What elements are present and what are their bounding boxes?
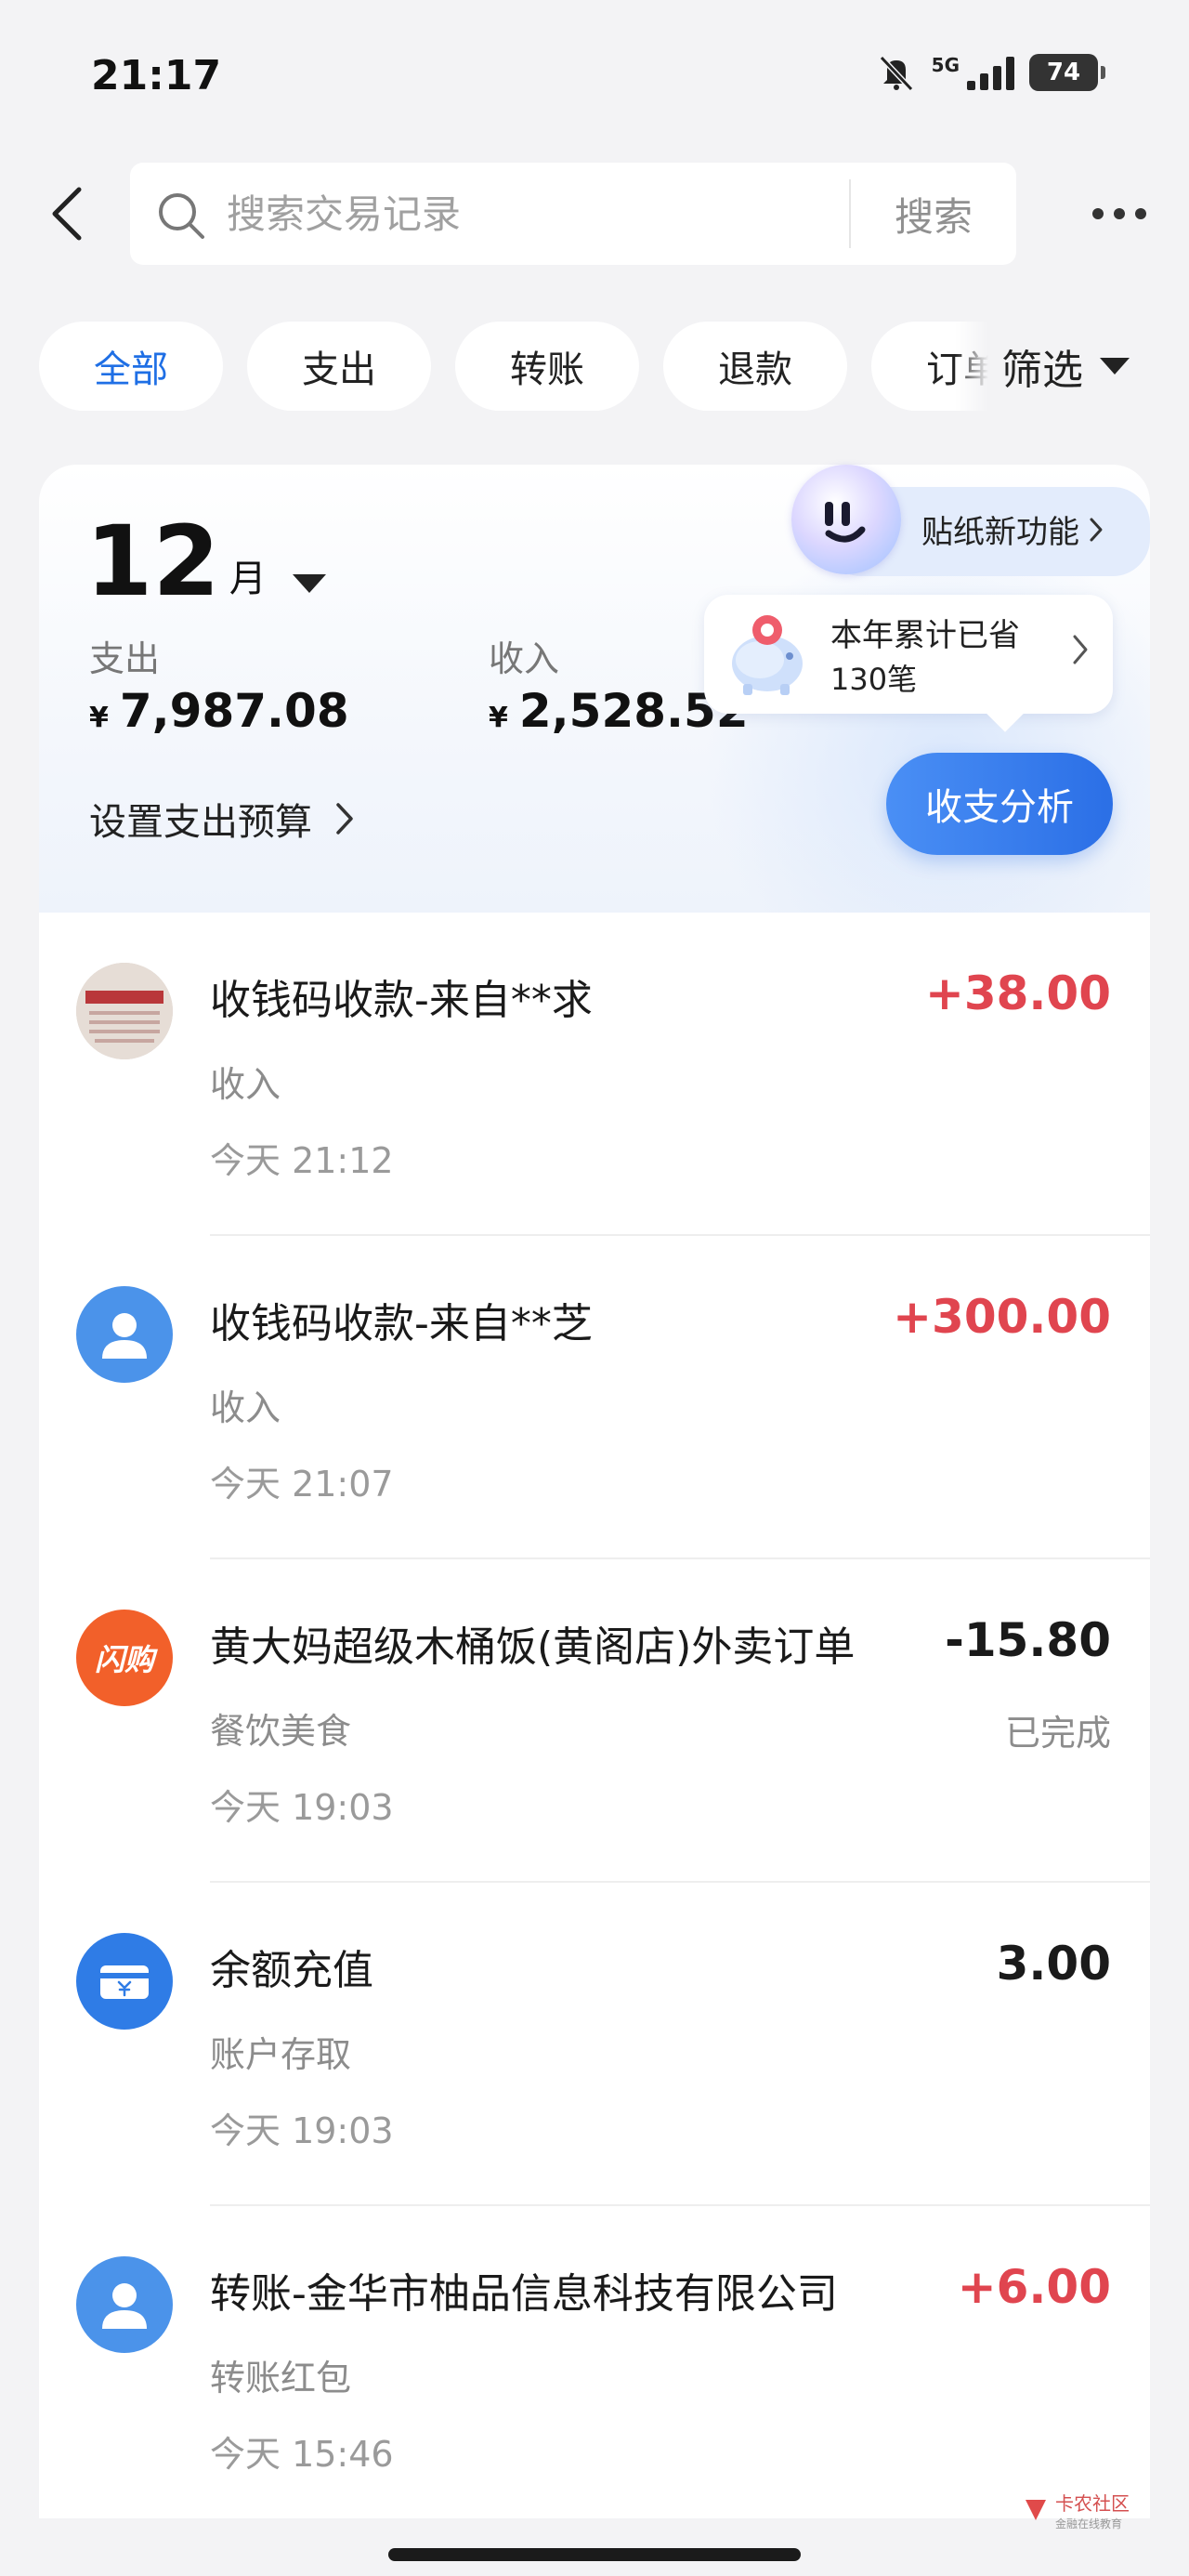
sticker-face-glyph: [825, 502, 866, 543]
home-indicator[interactable]: [388, 2548, 801, 2561]
watermark-logo-icon: [1026, 2500, 1046, 2520]
watermark: 卡农社区 金融在线教育: [1022, 2489, 1130, 2531]
caret-down-icon: [1100, 358, 1130, 375]
network-type: 5G: [931, 54, 960, 76]
battery-level: 74: [1046, 59, 1081, 86]
watermark-subtext: 金融在线教育: [1055, 2517, 1123, 2530]
search-button[interactable]: 搜索: [851, 163, 1016, 265]
expense-total: ¥7,987.08: [89, 684, 349, 738]
status-time: 21:17: [91, 52, 222, 99]
user-icon: [102, 1313, 147, 1359]
shangou-logo-text: 闪购: [94, 1642, 154, 1677]
watermark-text: 卡农社区: [1055, 2492, 1130, 2515]
user-avatar: [76, 2256, 173, 2353]
transaction-category: 收入: [210, 1064, 281, 1105]
transaction-category: 餐饮美食: [210, 1711, 352, 1752]
transaction-time: 今天 15:46: [210, 2434, 394, 2475]
set-budget-link[interactable]: 设置支出预算: [89, 792, 355, 846]
expense-label: 支出: [89, 638, 161, 679]
transaction-row[interactable]: 余额充值 账户存取 今天 19:03 3.00: [39, 1883, 1150, 2206]
transaction-time: 今天 21:07: [210, 1464, 394, 1505]
transaction-row[interactable]: 闪购 黄大妈超级木桶饭(黄阁店)外卖订单 餐饮美食 今天 19:03 -15.8…: [39, 1559, 1150, 1883]
transaction-time: 今天 19:03: [210, 1787, 394, 1828]
transaction-title: 收钱码收款-来自**芝: [210, 1300, 593, 1347]
battery-icon: 74: [1029, 54, 1105, 91]
back-arrow-icon: [52, 187, 82, 241]
transaction-list: 收钱码收款-来自**求 收入 今天 21:12 +38.00 收钱码收款-来自*…: [39, 913, 1150, 2518]
search-icon: [159, 193, 204, 239]
search-input[interactable]: [227, 185, 877, 243]
piggy-bank-icon: [732, 615, 803, 695]
chip-all[interactable]: 全部: [39, 322, 223, 411]
search-box[interactable]: 搜索: [130, 163, 1016, 265]
set-budget-label: 设置支出预算: [89, 801, 312, 844]
sticker-face-icon[interactable]: [791, 465, 901, 574]
wallet-icon: [100, 1965, 149, 1999]
month-selector[interactable]: 12 月: [85, 513, 326, 610]
chip-refund[interactable]: 退款: [663, 322, 847, 411]
signal-icon: [967, 55, 1014, 90]
transaction-amount: -15.80: [945, 1613, 1111, 1667]
status-icons: 5G 74: [876, 54, 1105, 91]
chip-expense[interactable]: 支出: [247, 322, 431, 411]
currency-symbol: ¥: [489, 702, 508, 734]
wallet-avatar: [76, 1933, 173, 2030]
transaction-amount: 3.00: [996, 1937, 1111, 1991]
transaction-status: 已完成: [1004, 1713, 1111, 1754]
transaction-row[interactable]: 收钱码收款-来自**芝 收入 今天 21:07 +300.00: [39, 1236, 1150, 1559]
transaction-time: 今天 21:12: [210, 1140, 394, 1181]
transaction-title: 余额充值: [210, 1947, 373, 1994]
sticker-feature-label: 贴纸新功能: [921, 514, 1079, 551]
transaction-title: 收钱码收款-来自**求: [210, 977, 593, 1024]
month-unit: 月: [229, 558, 267, 600]
more-icon: [1092, 208, 1104, 219]
user-avatar: [76, 1286, 173, 1383]
transaction-title: 转账-金华市柚品信息科技有限公司: [210, 2270, 838, 2318]
status-bar: 21:17 5G 74: [0, 0, 1189, 158]
transaction-amount: +6.00: [957, 2260, 1111, 2314]
month-number: 12: [85, 505, 220, 618]
currency-symbol: ¥: [89, 702, 109, 734]
transaction-row[interactable]: 收钱码收款-来自**求 收入 今天 21:12 +38.00: [39, 913, 1150, 1236]
seal-avatar: [76, 963, 173, 1059]
chevron-right-icon: [336, 803, 353, 835]
seal-avatar-image: [76, 963, 173, 1059]
more-button[interactable]: [1078, 195, 1161, 232]
filter-button[interactable]: 筛选: [955, 318, 1189, 414]
transaction-title: 黄大妈超级木桶饭(黄阁店)外卖订单: [210, 1623, 856, 1671]
chip-transfer[interactable]: 转账: [455, 322, 639, 411]
transaction-amount: +300.00: [893, 1290, 1111, 1344]
expense-value: 7,987.08: [119, 684, 349, 738]
income-label: 收入: [489, 638, 560, 679]
transaction-category: 收入: [210, 1387, 281, 1428]
transaction-time: 今天 19:03: [210, 2110, 394, 2151]
filter-chips: 全部 支出 转账 退款 订单 筛选: [0, 318, 1189, 414]
caret-down-icon: [292, 574, 326, 593]
savings-count: 130笔: [830, 662, 918, 697]
chevron-right-icon: [1090, 518, 1103, 541]
mute-bell-icon: [879, 55, 913, 91]
filter-label: 筛选: [1001, 347, 1083, 394]
savings-title: 本年累计已省: [830, 617, 1020, 654]
transaction-category: 账户存取: [210, 2034, 352, 2075]
sticker-feature-link[interactable]: 贴纸新功能: [921, 506, 1104, 552]
back-button[interactable]: [33, 177, 98, 251]
shangou-avatar: 闪购: [76, 1610, 173, 1706]
transaction-amount: +38.00: [924, 966, 1111, 1020]
header: 搜索: [0, 158, 1189, 269]
transaction-row[interactable]: 转账-金华市柚品信息科技有限公司 转账红包 今天 15:46 +6.00: [39, 2206, 1150, 2530]
user-icon: [102, 2283, 147, 2329]
income-expense-analysis-button[interactable]: 收支分析: [886, 753, 1113, 855]
chevron-right-icon: [1073, 635, 1088, 664]
transaction-category: 转账红包: [210, 2358, 352, 2399]
yearly-savings-bubble[interactable]: 本年累计已省 130笔: [704, 595, 1113, 714]
